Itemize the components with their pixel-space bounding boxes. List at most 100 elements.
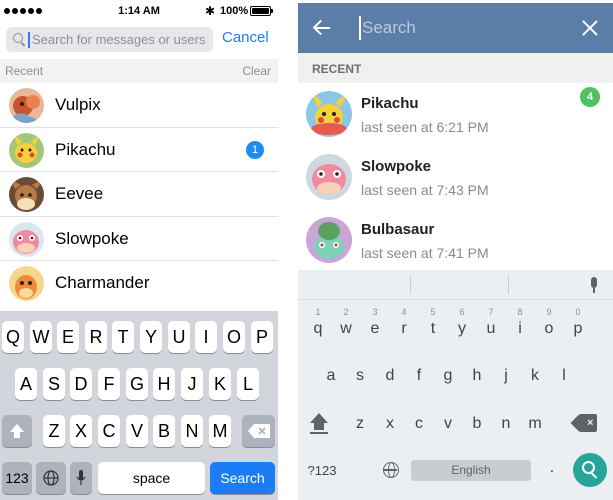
key-b[interactable]: B: [153, 415, 175, 447]
key-m[interactable]: m: [523, 415, 547, 433]
avatar: [9, 266, 44, 301]
key-x[interactable]: x: [378, 415, 402, 433]
key-q[interactable]: 1q: [306, 307, 330, 338]
list-item[interactable]: Eevee: [0, 172, 278, 217]
key-r[interactable]: R: [85, 321, 107, 353]
key-d[interactable]: D: [70, 368, 92, 400]
symbols-key[interactable]: ?123: [302, 463, 342, 478]
contact-name: Pikachu: [361, 95, 419, 112]
search-input[interactable]: [362, 13, 562, 43]
key-hint: 2: [343, 307, 349, 317]
key-k[interactable]: k: [523, 367, 547, 385]
key-f[interactable]: F: [98, 368, 120, 400]
avatar: [306, 217, 352, 263]
clear-button[interactable]: Clear: [242, 64, 271, 78]
search-key[interactable]: [573, 453, 607, 487]
microphone-icon: [76, 470, 86, 485]
search-key[interactable]: Search: [210, 462, 275, 494]
key-c[interactable]: C: [98, 415, 120, 447]
key-hint: 9: [546, 307, 552, 317]
key-g[interactable]: g: [436, 367, 460, 385]
key-g[interactable]: G: [126, 368, 148, 400]
dictation-key[interactable]: [70, 462, 92, 494]
list-item[interactable]: Pikachu 1: [0, 128, 278, 172]
key-v[interactable]: v: [436, 415, 460, 433]
key-c[interactable]: c: [407, 415, 431, 433]
space-key[interactable]: English: [411, 460, 531, 481]
globe-icon[interactable]: [383, 462, 399, 478]
key-hint: 1: [315, 307, 321, 317]
key-y[interactable]: Y: [140, 321, 162, 353]
search-input[interactable]: [32, 27, 210, 52]
avatar: [9, 132, 44, 168]
back-arrow-icon[interactable]: [312, 18, 332, 38]
cancel-button[interactable]: Cancel: [222, 29, 269, 46]
period-key[interactable]: .: [540, 459, 564, 477]
key-p[interactable]: 0p: [566, 307, 590, 338]
globe-key[interactable]: [36, 462, 66, 494]
key-z[interactable]: Z: [43, 415, 65, 447]
shift-icon[interactable]: [308, 413, 330, 435]
key-m[interactable]: M: [209, 415, 231, 447]
key-q[interactable]: Q: [2, 321, 24, 353]
key-label: e: [370, 320, 380, 337]
key-e[interactable]: 3e: [363, 307, 387, 338]
backspace-icon[interactable]: ×: [573, 414, 599, 432]
key-r[interactable]: 4r: [392, 307, 416, 338]
key-w[interactable]: W: [30, 321, 52, 353]
key-n[interactable]: N: [181, 415, 203, 447]
key-s[interactable]: S: [43, 368, 65, 400]
contact-name: Eevee: [55, 184, 104, 203]
key-h[interactable]: H: [153, 368, 175, 400]
key-a[interactable]: a: [319, 367, 343, 385]
key-l[interactable]: L: [237, 368, 259, 400]
key-x[interactable]: X: [70, 415, 92, 447]
unread-badge: 1: [246, 140, 264, 159]
key-p[interactable]: P: [251, 321, 273, 353]
key-z[interactable]: z: [348, 415, 372, 433]
key-v[interactable]: V: [126, 415, 148, 447]
backspace-key[interactable]: [242, 415, 275, 447]
text-cursor: [359, 16, 361, 40]
key-j[interactable]: J: [181, 368, 203, 400]
key-e[interactable]: E: [57, 321, 79, 353]
key-hint: 3: [372, 307, 378, 317]
key-i[interactable]: I: [195, 321, 217, 353]
shift-key[interactable]: [2, 415, 32, 447]
key-t[interactable]: T: [112, 321, 134, 353]
list-item[interactable]: Pikachu last seen at 6:21 PM: [298, 83, 613, 146]
key-a[interactable]: A: [15, 368, 37, 400]
list-item[interactable]: Slowpoke last seen at 7:43 PM: [298, 146, 613, 209]
key-o[interactable]: 9o: [537, 307, 561, 338]
key-l[interactable]: l: [552, 367, 576, 385]
list-item[interactable]: Bulbasaur last seen at 7:41 PM: [298, 209, 613, 272]
search-field[interactable]: [6, 27, 213, 52]
key-d[interactable]: d: [378, 367, 402, 385]
suggestion-divider: [508, 276, 509, 294]
globe-icon: [43, 470, 59, 486]
key-o[interactable]: O: [223, 321, 245, 353]
microphone-icon[interactable]: [589, 277, 599, 293]
key-u[interactable]: 7u: [479, 307, 503, 338]
key-i[interactable]: 8i: [508, 307, 532, 338]
suggestion-strip: [298, 270, 613, 300]
key-f[interactable]: f: [407, 367, 431, 385]
close-icon[interactable]: [582, 20, 598, 36]
key-s[interactable]: s: [348, 367, 372, 385]
space-key[interactable]: space: [98, 462, 205, 494]
search-toolbar: [298, 3, 613, 53]
avatar: [9, 177, 44, 212]
key-j[interactable]: j: [494, 367, 518, 385]
list-item[interactable]: Charmander: [0, 261, 278, 306]
numbers-key[interactable]: 123: [2, 462, 32, 494]
key-u[interactable]: U: [168, 321, 190, 353]
key-t[interactable]: 5t: [421, 307, 445, 338]
key-y[interactable]: 6y: [450, 307, 474, 338]
key-h[interactable]: h: [465, 367, 489, 385]
key-k[interactable]: K: [209, 368, 231, 400]
key-n[interactable]: n: [494, 415, 518, 433]
key-b[interactable]: b: [465, 415, 489, 433]
key-w[interactable]: 2w: [334, 307, 358, 338]
list-item[interactable]: Vulpix: [0, 83, 278, 128]
list-item[interactable]: Slowpoke: [0, 217, 278, 261]
